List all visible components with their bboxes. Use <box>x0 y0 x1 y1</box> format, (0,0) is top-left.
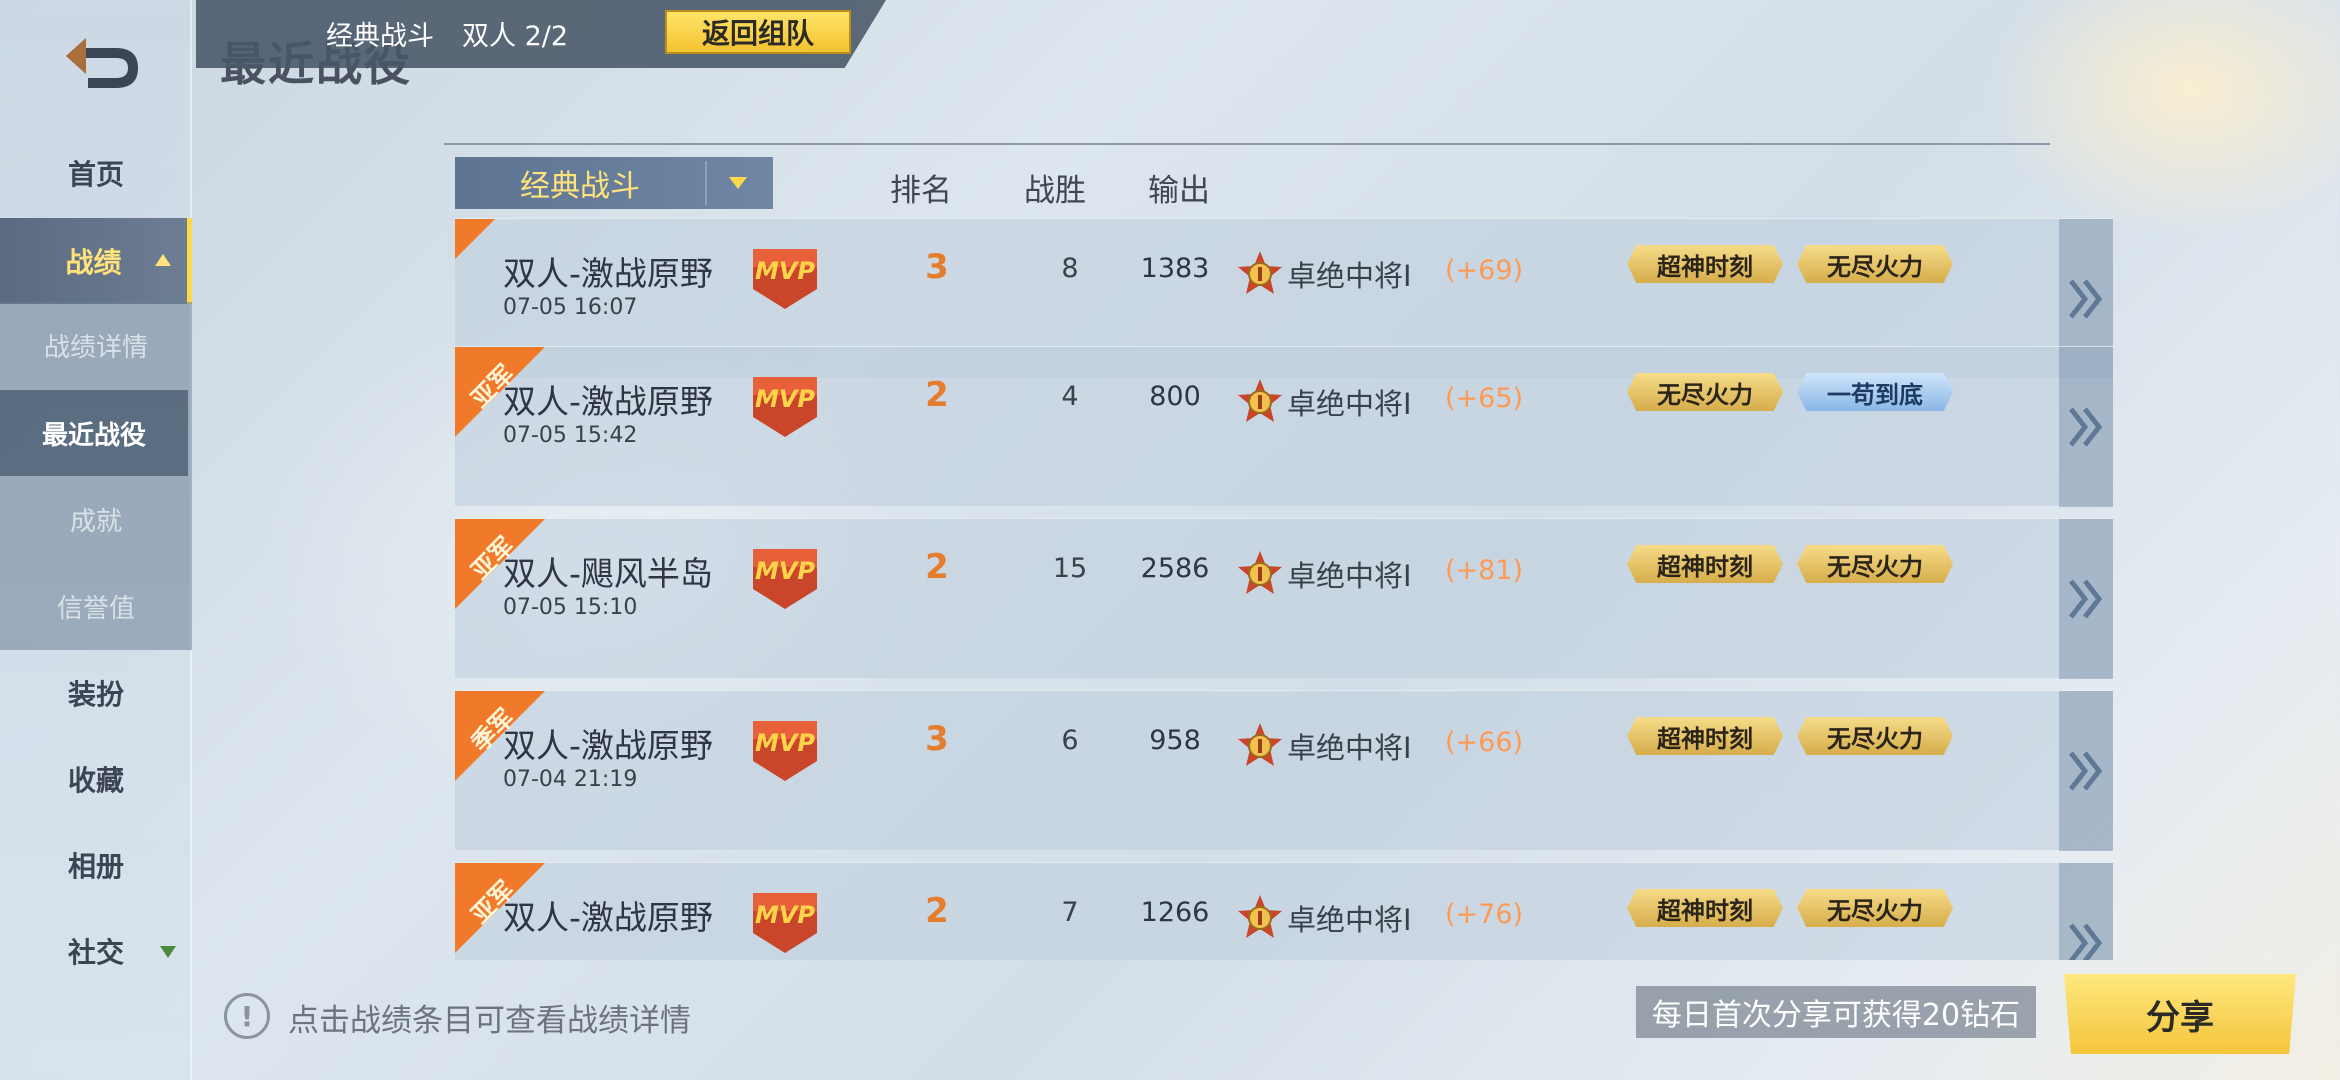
match-row[interactable]: 亚军 双人-飓风半岛 07-05 15:10 MVP 2 15 2586 卓绝中将I (+81)… <box>455 518 2113 679</box>
achievement-tag: 无尽火力 <box>1797 889 1953 927</box>
sidebar: 首页 战绩 战绩详情 最近战役 成就 信誉值 装扮 收藏 相册 社交 <box>0 0 192 1080</box>
match-time: 07-05 15:42 <box>503 423 638 448</box>
map-name: 双人-激战原野 <box>503 898 713 937</box>
score-gain: (+69) <box>1445 255 1524 286</box>
sidebar-subnav: 战绩详情 最近战役 成就 信誉值 <box>0 302 192 650</box>
score-gain: (+76) <box>1445 899 1524 930</box>
tier-medal-icon <box>1235 249 1285 299</box>
dropdown-arrow-icon <box>729 177 747 189</box>
sidebar-item-outfit[interactable]: 装扮 <box>0 650 192 736</box>
info-icon: ! <box>224 993 270 1039</box>
match-rank: 3 <box>925 719 949 759</box>
svg-text:MVP: MVP <box>755 729 815 757</box>
achievement-tag: 超神时刻 <box>1627 717 1783 755</box>
sidebar-item-collection[interactable]: 收藏 <box>0 736 192 822</box>
match-rank: 3 <box>925 247 949 287</box>
mvp-badge-icon: MVP <box>747 543 823 615</box>
score-gain: (+66) <box>1445 727 1524 758</box>
tier-name: 卓绝中将I <box>1287 387 1412 421</box>
achievement-tag: 一苟到底 <box>1797 373 1953 411</box>
match-time: 07-05 16:07 <box>503 295 638 320</box>
achievement-tag: 超神时刻 <box>1627 889 1783 927</box>
hint-text: 点击战绩条目可查看战绩详情 <box>288 1003 691 1039</box>
match-time: 07-04 21:19 <box>503 767 638 792</box>
sidebar-item-social[interactable]: 社交 <box>0 908 192 994</box>
map-name: 双人-激战原野 <box>503 254 713 293</box>
column-header-damage: 输出 <box>1148 173 1210 209</box>
chevron-up-icon <box>155 254 171 266</box>
share-reward-note: 每日首次分享可获得20钻石 <box>1636 986 2036 1038</box>
team-size-label: 双人 2/2 <box>462 21 569 52</box>
match-wins: 8 <box>1061 253 1079 284</box>
achievement-tag: 无尽火力 <box>1797 245 1953 283</box>
svg-text:MVP: MVP <box>755 385 815 413</box>
match-damage: 1266 <box>1140 897 1210 928</box>
divider <box>444 143 2050 145</box>
achievement-tag: 无尽火力 <box>1797 545 1953 583</box>
achievement-tag: 无尽火力 <box>1627 373 1783 411</box>
select-separator <box>705 161 707 205</box>
map-name: 双人-飓风半岛 <box>503 554 713 593</box>
svg-text:MVP: MVP <box>755 557 815 585</box>
tier-name: 卓绝中将I <box>1287 259 1412 293</box>
sidebar-item-records[interactable]: 战绩 <box>0 218 192 304</box>
tier-medal-icon <box>1235 549 1285 599</box>
achievement-tag: 无尽火力 <box>1797 717 1953 755</box>
match-row[interactable]: 季军 双人-激战原野 07-04 21:19 MVP 3 6 958 卓绝中将I (+66) 超神… <box>455 690 2113 851</box>
mvp-badge-icon: MVP <box>747 715 823 787</box>
tier-name: 卓绝中将I <box>1287 903 1412 937</box>
score-gain: (+65) <box>1445 383 1524 414</box>
team-mode-title: 经典战斗 <box>326 21 434 52</box>
mvp-badge-icon: MVP <box>747 887 823 959</box>
tier-medal-icon <box>1235 721 1285 771</box>
match-time: 07-05 15:10 <box>503 595 638 620</box>
chevron-down-icon <box>160 946 176 958</box>
match-damage: 1383 <box>1140 253 1210 284</box>
sidebar-item-home[interactable]: 首页 <box>0 130 192 216</box>
mode-filter-label: 经典战斗 <box>520 169 640 204</box>
sidebar-subitem-record-details[interactable]: 战绩详情 <box>0 302 192 388</box>
match-damage: 958 <box>1149 725 1201 756</box>
match-wins: 4 <box>1061 381 1079 412</box>
achievement-tag: 超神时刻 <box>1627 545 1783 583</box>
return-to-team-button[interactable]: 返回组队 <box>665 10 851 54</box>
match-damage: 800 <box>1149 381 1201 412</box>
match-damage: 2586 <box>1140 553 1210 584</box>
match-list[interactable]: 双人-激战原野 07-05 16:07 MVP 3 8 1383 卓绝中将I (+69) 超神时… <box>455 218 2115 960</box>
tier-medal-icon <box>1235 377 1285 427</box>
sidebar-item-album[interactable]: 相册 <box>0 822 192 908</box>
score-gain: (+81) <box>1445 555 1524 586</box>
match-row[interactable]: 亚军 双人-激战原野 MVP 2 7 1266 卓绝中将I (+76) 超神时刻 无尽火力 <box>455 862 2113 960</box>
row-detail-arrow-icon[interactable] <box>2059 347 2113 507</box>
row-detail-arrow-icon[interactable] <box>2059 691 2113 851</box>
row-detail-arrow-icon[interactable] <box>2059 863 2113 960</box>
map-name: 双人-激战原野 <box>503 726 713 765</box>
match-wins: 7 <box>1061 897 1079 928</box>
tier-name: 卓绝中将I <box>1287 559 1412 593</box>
svg-text:MVP: MVP <box>755 257 815 285</box>
column-header-wins: 战胜 <box>1024 173 1086 209</box>
tier-name: 卓绝中将I <box>1287 731 1412 765</box>
tier-medal-icon <box>1235 893 1285 943</box>
background-glow <box>1980 0 2340 240</box>
mvp-badge-icon: MVP <box>747 371 823 443</box>
match-row[interactable]: 亚军 双人-激战原野 07-05 15:42 MVP 2 4 800 卓绝中将I (+65) 无尽… <box>455 346 2113 507</box>
achievement-tag: 超神时刻 <box>1627 245 1783 283</box>
sidebar-subitem-recent-battles[interactable]: 最近战役 <box>0 390 188 476</box>
match-rank: 2 <box>925 891 949 931</box>
match-wins: 6 <box>1061 725 1079 756</box>
mode-filter-select[interactable]: 经典战斗 <box>455 157 773 209</box>
sidebar-subitem-achievements[interactable]: 成就 <box>0 476 192 562</box>
row-detail-arrow-icon[interactable] <box>2059 519 2113 679</box>
back-arrow-icon[interactable] <box>58 30 148 94</box>
svg-text:MVP: MVP <box>755 901 815 929</box>
map-name: 双人-激战原野 <box>503 382 713 421</box>
match-rank: 2 <box>925 547 949 587</box>
match-rank: 2 <box>925 375 949 415</box>
match-wins: 15 <box>1052 553 1088 584</box>
column-header-rank: 排名 <box>890 173 952 209</box>
mvp-badge-icon: MVP <box>747 243 823 315</box>
share-button[interactable]: 分享 <box>2064 974 2296 1054</box>
sidebar-subitem-reputation[interactable]: 信誉值 <box>0 563 192 649</box>
